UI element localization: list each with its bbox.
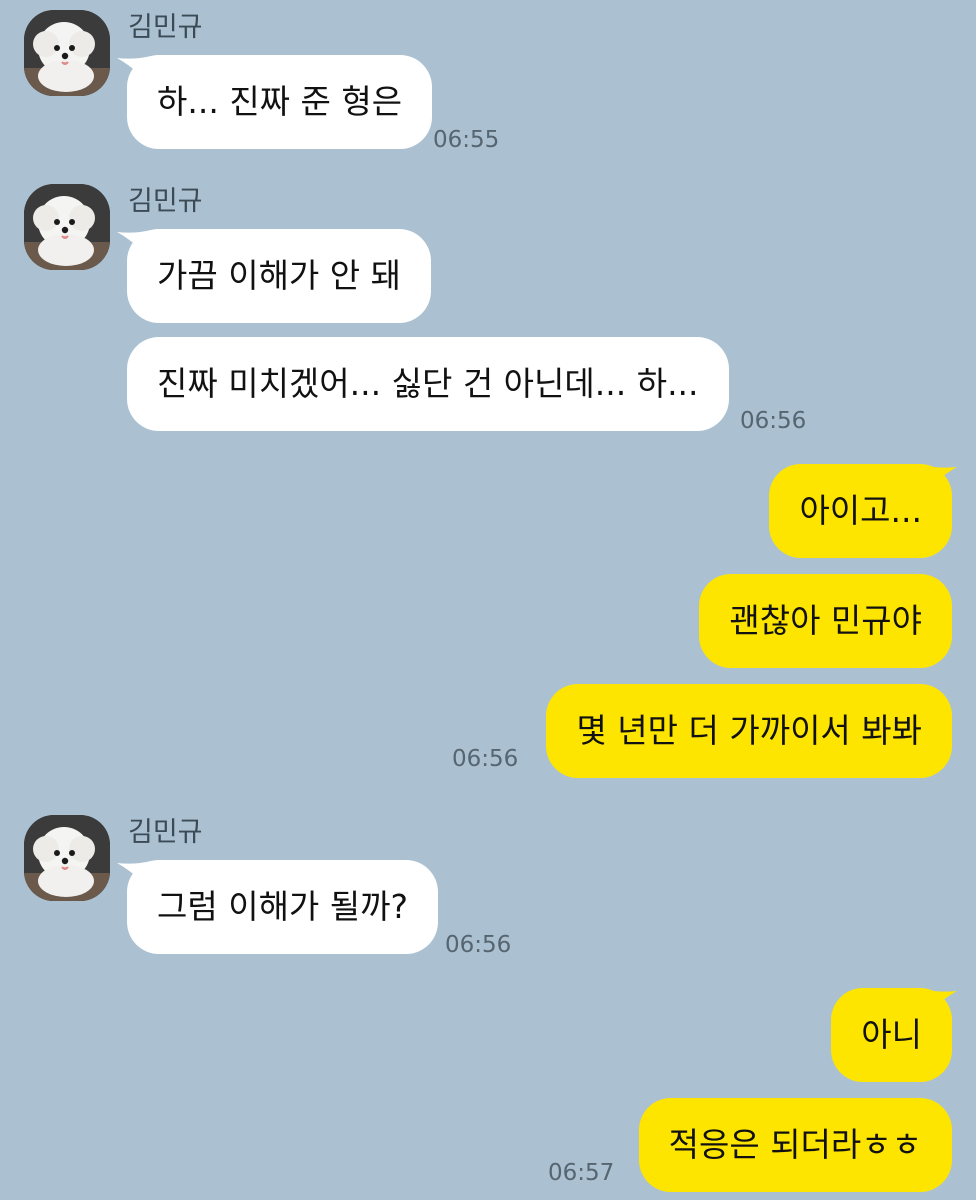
outgoing-message-bubble[interactable]: 아이고... (769, 464, 952, 558)
outgoing-message-bubble[interactable]: 몇 년만 더 가까이서 봐봐 (546, 684, 952, 778)
message-timestamp: 06:57 (548, 1160, 615, 1186)
incoming-message-bubble[interactable]: 그럼 이해가 될까? (127, 860, 439, 954)
sender-avatar-icon[interactable] (24, 815, 110, 901)
message-timestamp: 06:56 (445, 932, 512, 958)
outgoing-message-bubble[interactable]: 적응은 되더라ㅎㅎ (638, 1098, 952, 1192)
message-timestamp: 06:56 (452, 746, 519, 772)
message-timestamp: 06:55 (433, 127, 500, 153)
message-timestamp: 06:56 (740, 408, 807, 434)
incoming-message-bubble[interactable]: 하... 진짜 준 형은 (127, 55, 433, 149)
incoming-message-bubble[interactable]: 가끔 이해가 안 돼 (127, 229, 431, 323)
sender-avatar-icon[interactable] (24, 184, 110, 270)
sender-name: 김민규 (128, 186, 203, 217)
outgoing-message-bubble[interactable]: 괜찮아 민규야 (699, 574, 952, 668)
sender-avatar-icon[interactable] (24, 10, 110, 96)
outgoing-message-bubble[interactable]: 아니 (831, 988, 952, 1082)
incoming-message-bubble[interactable]: 진짜 미치겠어... 싫단 건 아닌데... 하... (127, 337, 729, 431)
sender-name: 김민규 (128, 12, 203, 43)
sender-name: 김민규 (128, 817, 203, 848)
